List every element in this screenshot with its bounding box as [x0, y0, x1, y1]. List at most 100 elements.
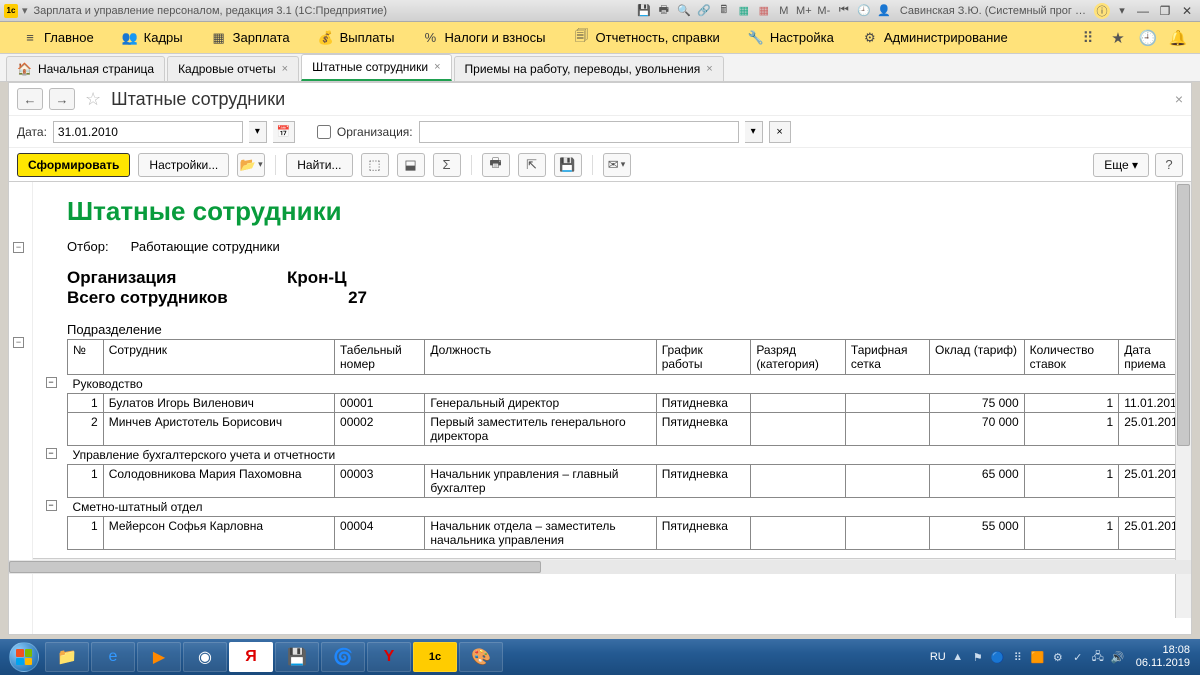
- tree-toggle[interactable]: −: [13, 337, 24, 348]
- tab-close-icon[interactable]: ×: [282, 63, 288, 75]
- taskbar-app1[interactable]: 🌀: [321, 642, 365, 672]
- print-button[interactable]: 🖶: [482, 153, 510, 177]
- tree-toggle[interactable]: −: [13, 242, 24, 253]
- org-clear-button[interactable]: ×: [769, 121, 791, 143]
- collapse-all-button[interactable]: ⬓: [397, 153, 425, 177]
- taskbar-yandex2[interactable]: Y: [367, 642, 411, 672]
- nav-back-button[interactable]: ←: [17, 88, 43, 110]
- scrollbar-thumb[interactable]: [9, 561, 541, 573]
- favorite-icon[interactable]: ★: [1108, 28, 1128, 48]
- taskbar-paint[interactable]: 🎨: [459, 642, 503, 672]
- nav-forward-button[interactable]: →: [49, 88, 75, 110]
- mminus-icon[interactable]: M-: [816, 3, 832, 19]
- settings-button[interactable]: Настройки...: [138, 153, 229, 177]
- date-input[interactable]: [53, 121, 243, 143]
- more-button[interactable]: Еще ▾: [1093, 153, 1149, 177]
- apps-icon[interactable]: ⠿: [1078, 28, 1098, 48]
- current-user[interactable]: Савинская З.Ю. (Системный прог …: [896, 5, 1090, 17]
- m-icon[interactable]: M: [776, 3, 792, 19]
- tab-hr-reports[interactable]: Кадровые отчеты×: [167, 56, 299, 81]
- tray-volume-icon[interactable]: 🔊: [1110, 649, 1126, 665]
- tray-icon[interactable]: 🟧: [1030, 649, 1046, 665]
- minimize-button[interactable]: —: [1134, 3, 1152, 19]
- mail-button[interactable]: ✉: [603, 153, 631, 177]
- info-dd-icon[interactable]: ▾: [1114, 3, 1130, 19]
- calc-icon[interactable]: 🖩: [716, 3, 732, 19]
- taskbar-media[interactable]: ▶: [137, 642, 181, 672]
- taskbar-save[interactable]: 💾: [275, 642, 319, 672]
- menu-reports[interactable]: 🗐Отчетность, справки: [560, 22, 734, 53]
- link-icon[interactable]: 🔗: [696, 3, 712, 19]
- info-icon[interactable]: ⓘ: [1094, 3, 1110, 19]
- org-checkbox[interactable]: [317, 125, 331, 139]
- tray-icon[interactable]: ✓: [1070, 649, 1086, 665]
- sum-button[interactable]: Σ: [433, 153, 461, 177]
- print-icon[interactable]: 🖶: [656, 3, 672, 19]
- tab-close-icon[interactable]: ×: [706, 63, 712, 75]
- table-group-row[interactable]: −Сметно-штатный отдел: [68, 498, 1187, 517]
- menu-admin[interactable]: ⚙Администрирование: [848, 22, 1022, 53]
- table-row[interactable]: 2Минчев Аристотель Борисович00002Первый …: [68, 413, 1187, 446]
- close-button[interactable]: ✕: [1178, 3, 1196, 19]
- tray-icon[interactable]: ⚙: [1050, 649, 1066, 665]
- window-title: Зарплата и управление персоналом, редакц…: [34, 5, 387, 17]
- save-button[interactable]: 💾: [554, 153, 582, 177]
- back-rec-icon[interactable]: ⏮: [836, 3, 852, 19]
- taskbar-1c[interactable]: 1c: [413, 642, 457, 672]
- tray-icon[interactable]: ▲: [950, 649, 966, 665]
- menu-taxes[interactable]: %Налоги и взносы: [408, 22, 559, 53]
- tab-staff[interactable]: Штатные сотрудники×: [301, 54, 451, 81]
- history-menu-icon[interactable]: 🕘: [1138, 28, 1158, 48]
- org-dropdown-button[interactable]: ▾: [745, 121, 763, 143]
- tray-icon[interactable]: ⚑: [970, 649, 986, 665]
- tray-icon[interactable]: 🔵: [990, 649, 1006, 665]
- table-group-row[interactable]: −Управление бухгалтерского учета и отчет…: [68, 446, 1187, 465]
- save-icon[interactable]: 💾: [636, 3, 652, 19]
- tab-close-icon[interactable]: ×: [434, 61, 440, 73]
- maximize-button[interactable]: ❐: [1156, 3, 1174, 19]
- table-row[interactable]: 1Солодовникова Мария Пахомовна00003Начал…: [68, 465, 1187, 498]
- menu-payments[interactable]: 💰Выплаты: [304, 22, 409, 53]
- vertical-scrollbar[interactable]: [1175, 182, 1191, 618]
- calendar-icon[interactable]: ▦: [736, 3, 752, 19]
- scrollbar-thumb[interactable]: [1177, 184, 1190, 446]
- grid-icon[interactable]: ▦: [756, 3, 772, 19]
- lang-indicator[interactable]: RU: [930, 651, 946, 663]
- date-calendar-button[interactable]: 📅: [273, 121, 295, 143]
- menu-main[interactable]: ≡Главное: [8, 22, 108, 53]
- favorite-toggle-icon[interactable]: ☆: [85, 89, 101, 110]
- history-icon[interactable]: 🕘: [856, 3, 872, 19]
- page-close-icon[interactable]: ×: [1175, 91, 1183, 107]
- help-button[interactable]: ?: [1155, 153, 1183, 177]
- taskbar-yandex[interactable]: Я: [229, 642, 273, 672]
- menu-hr[interactable]: 👥Кадры: [108, 22, 197, 53]
- taskbar-chrome[interactable]: ◉: [183, 642, 227, 672]
- table-group-row[interactable]: −Руководство: [68, 375, 1187, 394]
- titlebar-dropdown-icon[interactable]: ▾: [22, 4, 28, 17]
- org-input[interactable]: [419, 121, 739, 143]
- taskbar-explorer[interactable]: 📁: [45, 642, 89, 672]
- notifications-icon[interactable]: 🔔: [1168, 28, 1188, 48]
- tab-hiring[interactable]: Приемы на работу, переводы, увольнения×: [454, 56, 724, 81]
- menu-salary[interactable]: ▦Зарплата: [197, 22, 304, 53]
- variants-button[interactable]: 📂: [237, 153, 265, 177]
- menu-settings[interactable]: 🔧Настройка: [734, 22, 848, 53]
- export-button[interactable]: ⇱: [518, 153, 546, 177]
- taskbar-clock[interactable]: 18:08 06.11.2019: [1130, 644, 1190, 670]
- search-icon[interactable]: 🔍: [676, 3, 692, 19]
- taskbar-ie[interactable]: e: [91, 642, 135, 672]
- find-button[interactable]: Найти...: [286, 153, 352, 177]
- start-button[interactable]: [4, 641, 44, 673]
- expand-all-button[interactable]: ⬚: [361, 153, 389, 177]
- report-area[interactable]: − − Штатные сотрудники Отбор: Работающие…: [9, 181, 1191, 634]
- table-row[interactable]: 1Мейерсон Софья Карловна00004Начальник о…: [68, 517, 1187, 550]
- date-dropdown-button[interactable]: ▾: [249, 121, 267, 143]
- menu-settings-label: Настройка: [770, 30, 834, 45]
- tray-icon[interactable]: 🖧: [1090, 649, 1106, 665]
- tray-icon[interactable]: ⠿: [1010, 649, 1026, 665]
- tab-home[interactable]: 🏠Начальная страница: [6, 56, 165, 81]
- form-button[interactable]: Сформировать: [17, 153, 130, 177]
- horizontal-scrollbar[interactable]: [9, 558, 1191, 574]
- table-row[interactable]: 1Булатов Игорь Виленович00001Генеральный…: [68, 394, 1187, 413]
- mplus-icon[interactable]: M+: [796, 3, 812, 19]
